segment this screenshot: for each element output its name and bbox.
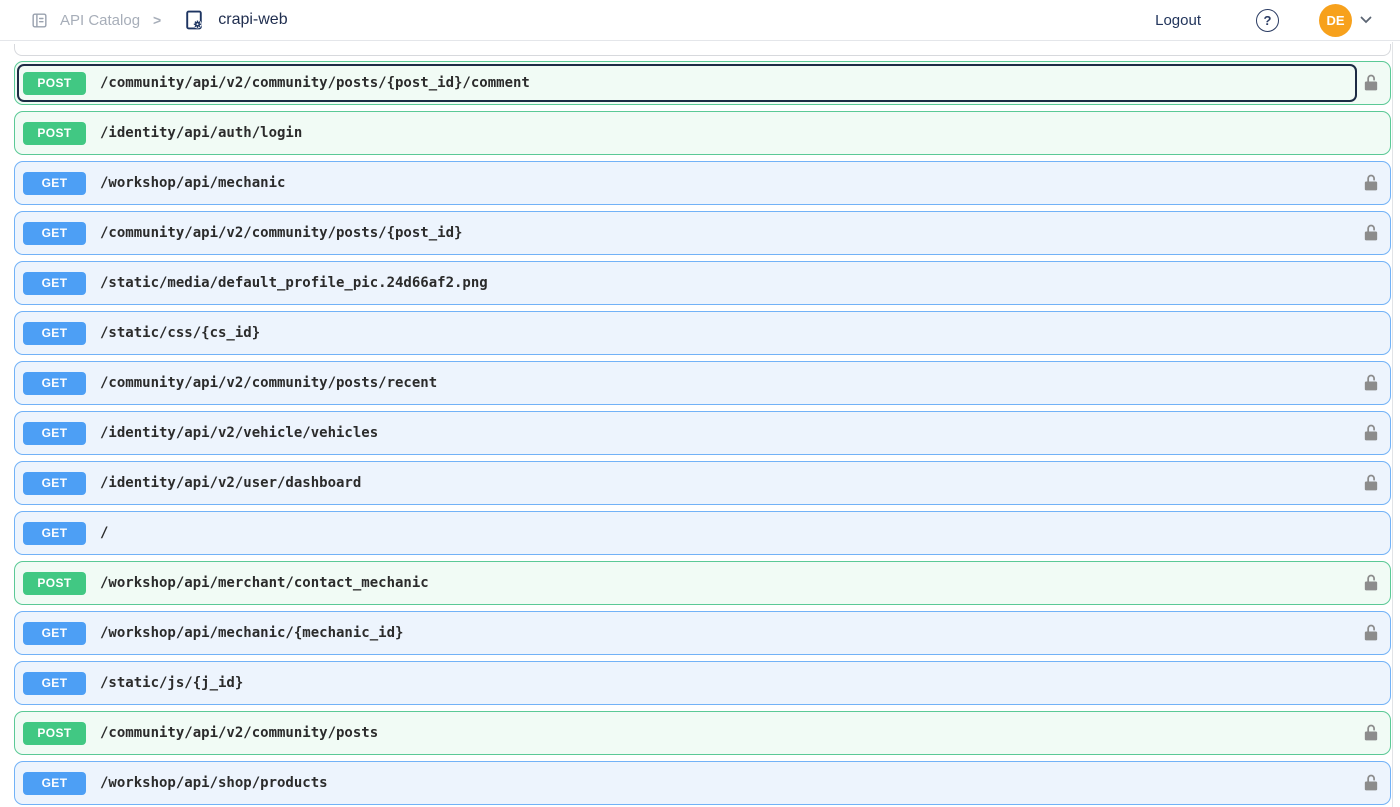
method-badge: GET — [23, 471, 86, 495]
method-badge: POST — [23, 71, 86, 95]
unlock-icon — [1357, 223, 1385, 243]
endpoint-row[interactable]: GET /identity/api/v2/vehicle/vehicles — [14, 411, 1391, 455]
endpoint-path: / — [100, 525, 109, 541]
endpoint-path: /static/css/{cs_id} — [100, 325, 261, 341]
endpoint-row-main[interactable]: GET /static/js/{j_id} — [17, 664, 1357, 702]
endpoint-row-main[interactable]: GET /workshop/api/mechanic — [17, 164, 1357, 202]
method-badge: GET — [23, 521, 86, 545]
method-badge: GET — [23, 421, 86, 445]
endpoint-row[interactable]: GET /static/js/{j_id} — [14, 661, 1391, 705]
method-badge: GET — [23, 371, 86, 395]
endpoint-row-main[interactable]: POST /workshop/api/merchant/contact_mech… — [17, 564, 1357, 602]
endpoint-path: /static/js/{j_id} — [100, 675, 244, 691]
endpoint-path: /workshop/api/shop/products — [100, 775, 328, 791]
endpoint-path: /community/api/v2/community/posts — [100, 725, 379, 741]
method-badge: GET — [23, 771, 86, 795]
endpoint-row[interactable]: GET /workshop/api/mechanic — [14, 161, 1391, 205]
endpoint-row[interactable]: POST /community/api/v2/community/posts/{… — [14, 61, 1391, 105]
help-icon[interactable]: ? — [1256, 8, 1279, 32]
unlock-icon — [1357, 373, 1385, 393]
method-badge: GET — [23, 621, 86, 645]
unlock-icon — [1357, 623, 1385, 643]
endpoint-row-main[interactable]: GET / — [17, 514, 1357, 552]
endpoint-row-main[interactable]: GET /workshop/api/shop/products — [17, 764, 1357, 802]
unlock-icon — [1357, 723, 1385, 743]
endpoint-row-main[interactable]: GET /identity/api/v2/vehicle/vehicles — [17, 414, 1357, 452]
endpoint-list: POST /community/api/v2/community/posts/{… — [0, 41, 1400, 805]
endpoint-row-main[interactable]: POST /community/api/v2/community/posts — [17, 714, 1357, 752]
unlock-icon — [1357, 423, 1385, 443]
endpoint-row-main[interactable]: GET /community/api/v2/community/posts/re… — [17, 364, 1357, 402]
method-badge: GET — [23, 671, 86, 695]
api-collection-icon — [183, 9, 205, 31]
endpoint-path: /identity/api/v2/vehicle/vehicles — [100, 425, 379, 441]
method-badge: GET — [23, 271, 86, 295]
endpoint-row[interactable]: POST /community/api/v2/community/posts — [14, 711, 1391, 755]
endpoint-path: /identity/api/v2/user/dashboard — [100, 475, 362, 491]
catalog-icon — [30, 11, 49, 30]
endpoint-row[interactable]: GET /workshop/api/shop/products — [14, 761, 1391, 805]
endpoint-row[interactable]: POST /identity/api/auth/login — [14, 111, 1391, 155]
method-badge: POST — [23, 721, 86, 745]
endpoint-path: /workshop/api/mechanic — [100, 175, 286, 191]
breadcrumb: API Catalog > crapi-web — [30, 9, 1155, 31]
top-bar-actions: Logout ? DE — [1155, 3, 1372, 37]
endpoint-path: /community/api/v2/community/posts/recent — [100, 375, 438, 391]
endpoint-row[interactable]: GET /identity/api/v2/user/dashboard — [14, 461, 1391, 505]
endpoint-row[interactable]: POST /workshop/api/merchant/contact_mech… — [14, 561, 1391, 605]
endpoint-path: /static/media/default_profile_pic.24d66a… — [100, 275, 488, 291]
endpoint-row[interactable]: GET / — [14, 511, 1391, 555]
endpoint-row-main[interactable]: GET /workshop/api/mechanic/{mechanic_id} — [17, 614, 1357, 652]
logout-button[interactable]: Logout — [1155, 12, 1201, 29]
endpoint-path: /workshop/api/mechanic/{mechanic_id} — [100, 625, 404, 641]
unlock-icon — [1357, 773, 1385, 793]
endpoint-row-main[interactable]: GET /static/media/default_profile_pic.24… — [17, 264, 1357, 302]
method-badge: POST — [23, 571, 86, 595]
breadcrumb-api-catalog[interactable]: API Catalog — [60, 12, 140, 29]
chevron-down-icon — [1360, 16, 1372, 24]
breadcrumb-separator-icon: > — [153, 12, 162, 28]
endpoint-row-main[interactable]: POST /community/api/v2/community/posts/{… — [17, 64, 1357, 102]
endpoint-row-main[interactable]: GET /static/css/{cs_id} — [17, 314, 1357, 352]
unlock-icon — [1357, 73, 1385, 93]
unlock-icon — [1357, 173, 1385, 193]
method-badge: GET — [23, 321, 86, 345]
unlock-icon — [1357, 573, 1385, 593]
endpoint-row[interactable]: GET /static/media/default_profile_pic.24… — [14, 261, 1391, 305]
breadcrumb-current-crapi-web: crapi-web — [218, 11, 288, 28]
partially-scrolled-row — [14, 44, 1391, 56]
endpoint-path: /workshop/api/merchant/contact_mechanic — [100, 575, 429, 591]
endpoint-row[interactable]: GET /static/css/{cs_id} — [14, 311, 1391, 355]
method-badge: POST — [23, 121, 86, 145]
scrollbar-track[interactable] — [1392, 42, 1393, 807]
user-menu[interactable]: DE — [1319, 3, 1372, 37]
endpoint-path: /community/api/v2/community/posts/{post_… — [100, 225, 463, 241]
endpoint-row-main[interactable]: GET /identity/api/v2/user/dashboard — [17, 464, 1357, 502]
endpoint-row[interactable]: GET /workshop/api/mechanic/{mechanic_id} — [14, 611, 1391, 655]
endpoint-path: /community/api/v2/community/posts/{post_… — [100, 75, 530, 91]
unlock-icon — [1357, 473, 1385, 493]
endpoint-row[interactable]: GET /community/api/v2/community/posts/{p… — [14, 211, 1391, 255]
endpoint-row-main[interactable]: POST /identity/api/auth/login — [17, 114, 1357, 152]
method-badge: GET — [23, 221, 86, 245]
endpoint-path: /identity/api/auth/login — [100, 125, 303, 141]
avatar[interactable]: DE — [1319, 3, 1352, 37]
endpoint-row[interactable]: GET /community/api/v2/community/posts/re… — [14, 361, 1391, 405]
top-bar: API Catalog > crapi-web Logout ? DE — [0, 0, 1400, 41]
method-badge: GET — [23, 171, 86, 195]
endpoint-row-main[interactable]: GET /community/api/v2/community/posts/{p… — [17, 214, 1357, 252]
